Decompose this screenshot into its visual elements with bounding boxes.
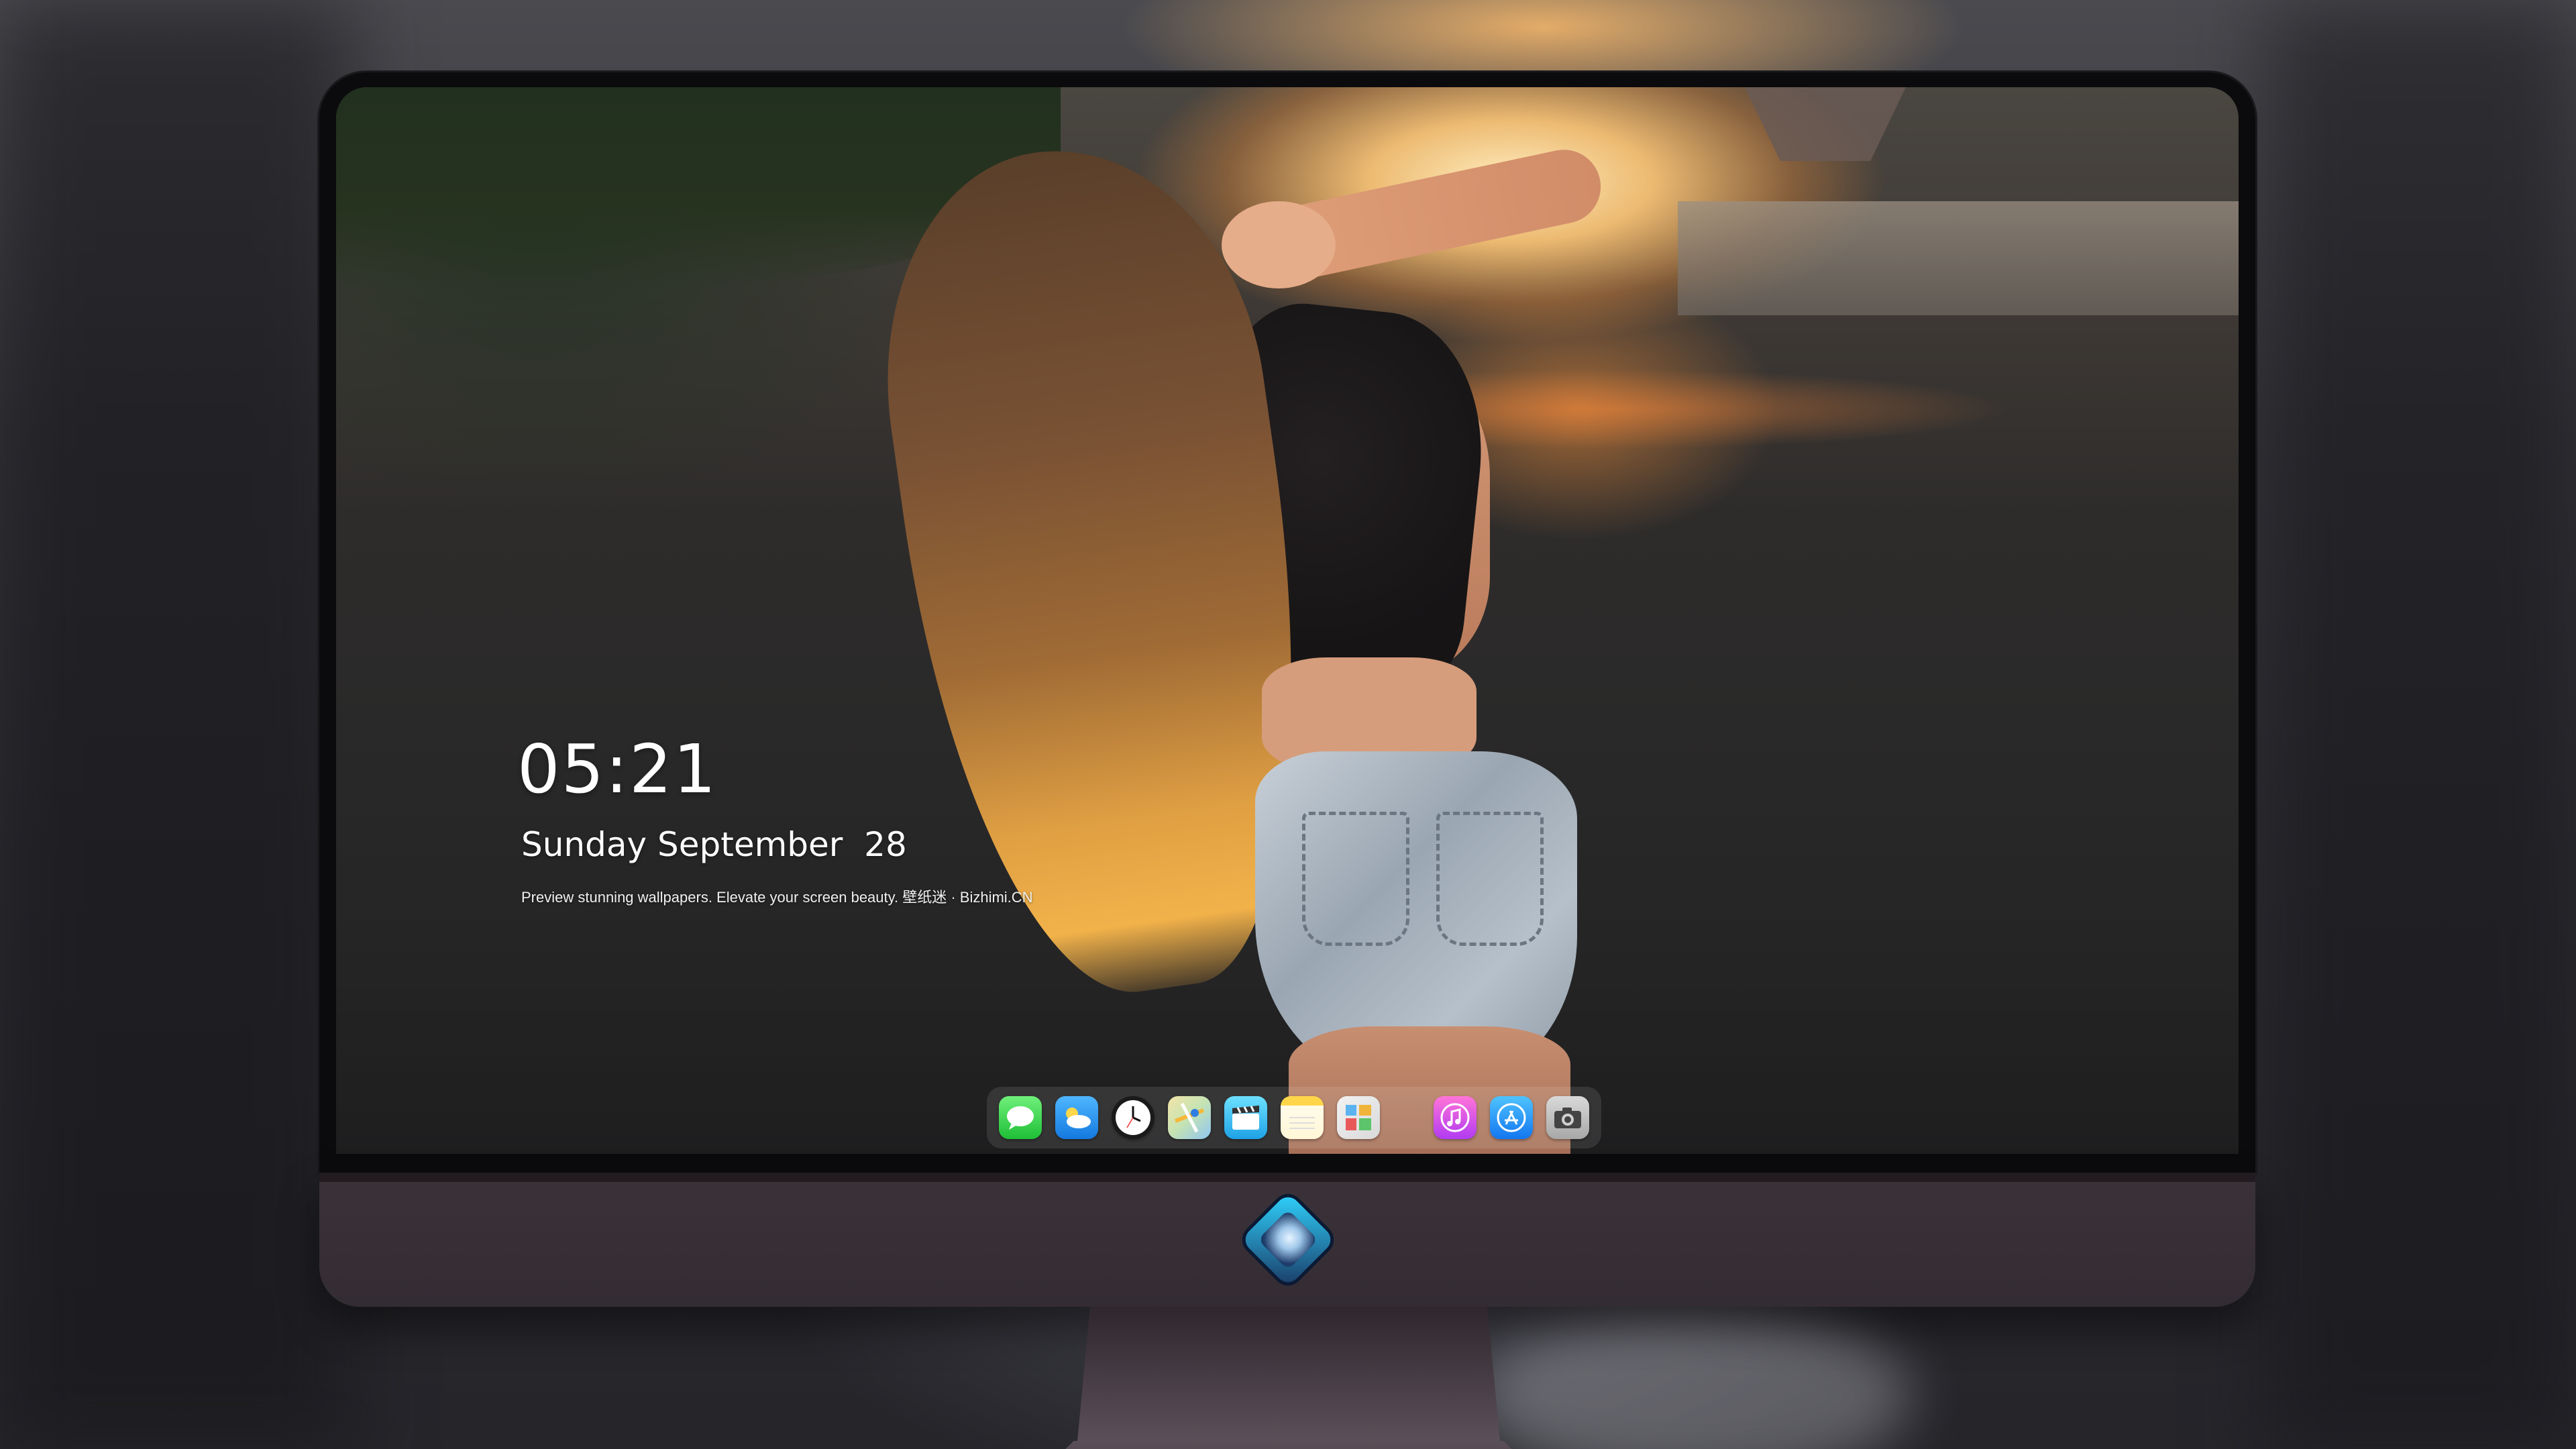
brand-logo-icon [1240,1192,1336,1287]
desktop-background: 05:21 Sunday September 28 Preview stunni… [0,0,2576,1449]
weather-icon[interactable] [1055,1096,1098,1139]
photos-icon[interactable] [1337,1096,1380,1139]
chin-separator [319,1173,2255,1182]
wallpaper-pocket-right [1436,812,1544,946]
background-blur-right [2267,0,2576,1449]
camera-icon[interactable] [1546,1096,1589,1139]
music-icon[interactable] [1434,1096,1477,1139]
background-blur-left [0,0,349,1449]
messages-icon[interactable] [999,1096,1042,1139]
wallpaper-pocket-left [1302,812,1409,946]
clock-icon[interactable] [1112,1096,1155,1139]
wallpaper-figure-hand [1222,201,1336,288]
imac-monitor: 05:21 Sunday September 28 Preview stunni… [319,72,2255,1449]
app-store-icon[interactable] [1490,1096,1533,1139]
monitor-stand-base [990,1441,1587,1449]
lockscreen-date: Sunday September 28 [521,825,907,864]
maps-icon[interactable] [1168,1096,1211,1139]
lock-screen[interactable]: 05:21 Sunday September 28 Preview stunni… [336,87,2239,1154]
wallpaper-wall [1678,201,2239,315]
monitor-chin [319,1173,2255,1307]
notes-icon[interactable] [1281,1096,1324,1139]
video-icon[interactable] [1224,1096,1267,1139]
lockscreen-time: 05:21 [517,730,718,808]
brand-logo-mascot [1257,1209,1319,1271]
wallpaper-sign [1745,87,1906,161]
monitor-stand-neck [1077,1307,1500,1441]
dock [987,1087,1601,1148]
background-blur-skin [1476,1308,1912,1449]
monitor-bezel: 05:21 Sunday September 28 Preview stunni… [319,72,2255,1173]
lockscreen-tagline: Preview stunning wallpapers. Elevate you… [521,889,1033,906]
